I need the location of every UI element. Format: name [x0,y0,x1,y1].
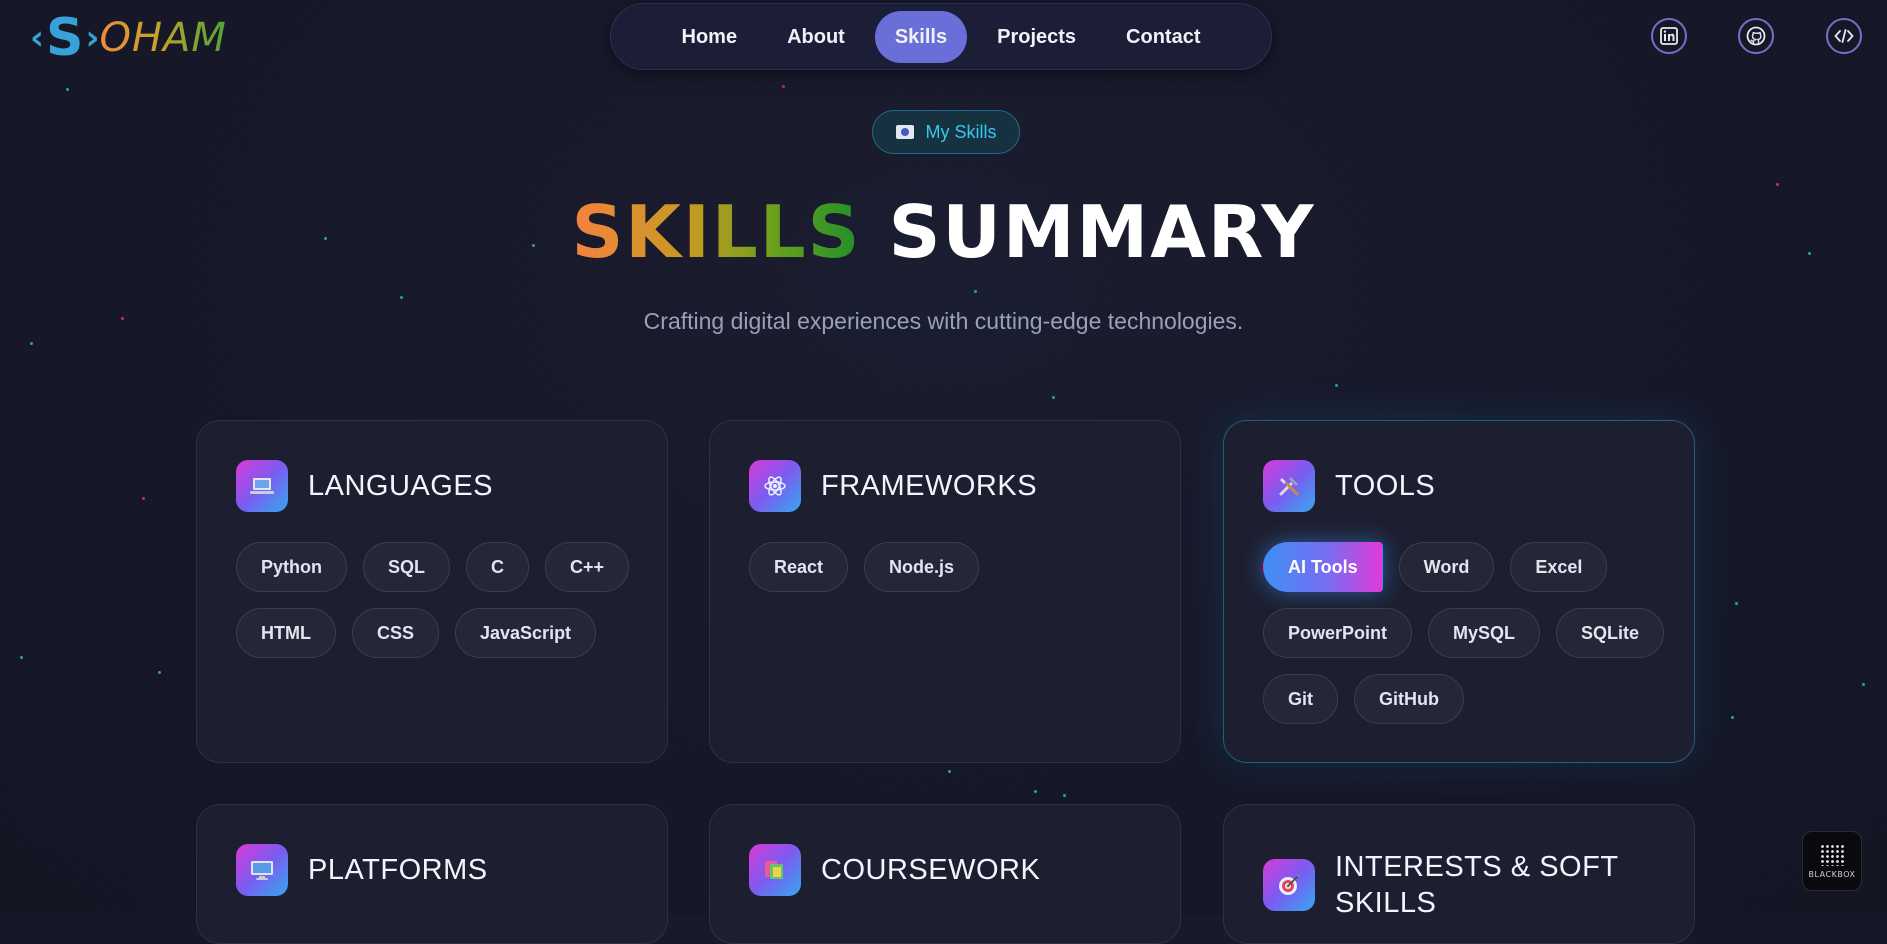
skill-chip[interactable]: C [466,542,530,592]
skill-chip[interactable]: CSS [351,608,439,658]
blackbox-logo-icon [1820,843,1844,866]
linkedin-link[interactable] [1651,18,1687,54]
background-star [1735,602,1738,605]
background-star [66,88,69,91]
card-title: PLATFORMS [308,853,488,886]
code-link[interactable] [1826,18,1862,54]
card-title: TOOLS [1335,469,1436,502]
skill-chip[interactable]: SQL [363,542,451,592]
background-star [158,671,161,674]
skill-chip[interactable]: GitHub [1354,674,1464,724]
skill-card-languages: LANGUAGES Python SQL C C++ HTML CSS Java… [196,420,668,763]
laptop-icon [236,460,288,512]
title-rest: SUMMARY [888,190,1316,274]
logo-text: OHAM [99,15,227,61]
code-icon [1834,29,1854,43]
books-icon [749,844,801,896]
background-star [400,296,403,299]
background-star [1776,183,1779,186]
logo-left-bracket: ‹ [30,18,45,58]
nav-contact[interactable]: Contact [1106,11,1220,63]
skill-chip[interactable]: MySQL [1428,608,1541,658]
card-title: FRAMEWORKS [821,469,1038,502]
background-star [20,656,23,659]
skill-chip[interactable]: Excel [1510,542,1608,592]
background-star [30,342,33,345]
skill-card-interests: INTERESTS & SOFT SKILLS [1223,804,1695,944]
badge-label: My Skills [925,121,997,142]
nav-home[interactable]: Home [662,11,758,63]
skill-chip[interactable]: Word [1398,542,1495,592]
background-star [1034,790,1037,793]
nav-skills[interactable]: Skills [874,10,968,63]
skill-card-platforms: PLATFORMS [196,804,668,944]
nav-about[interactable]: About [767,11,865,63]
my-skills-badge: My Skills [872,110,1020,154]
skill-chip[interactable]: SQLite [1556,608,1665,658]
background-star [782,85,785,88]
skill-chip[interactable]: Git [1263,674,1338,724]
logo-letter: S [46,8,84,68]
skill-card-tools: TOOLS AI Tools Word Excel PowerPoint MyS… [1223,420,1695,763]
skill-chip[interactable]: PowerPoint [1263,608,1413,658]
github-icon [1746,26,1766,46]
linkedin-icon [1660,27,1678,45]
site-logo[interactable]: ‹ S › OHAM [30,12,227,64]
skill-chip[interactable]: Python [236,542,347,592]
card-title: COURSEWORK [821,853,1041,886]
background-star [974,290,977,293]
skill-chip[interactable]: C++ [545,542,630,592]
background-star [948,770,951,773]
title-highlight: SKILLS [571,190,862,274]
card-title: INTERESTS & SOFT SKILLS [1335,851,1619,919]
atom-icon [749,460,801,512]
badge-icon [895,125,914,139]
blackbox-label: BLACKBOX [1808,869,1856,879]
tools-icon [1263,460,1315,512]
card-title: LANGUAGES [308,469,493,502]
skill-chip[interactable]: HTML [236,608,336,658]
skill-card-frameworks: FRAMEWORKS React Node.js [709,420,1181,763]
target-icon [1263,859,1315,911]
github-link[interactable] [1738,18,1774,54]
skill-card-coursework: COURSEWORK [709,804,1181,944]
main-nav: Home About Skills Projects Contact [610,3,1272,70]
skill-chip-active[interactable]: AI Tools [1263,542,1383,592]
logo-right-bracket: › [85,18,100,58]
skill-chip[interactable]: React [749,542,849,592]
page-title: SKILLS SUMMARY [0,190,1887,274]
nav-projects[interactable]: Projects [977,11,1096,63]
skill-chip[interactable]: JavaScript [455,608,597,658]
background-star [1731,716,1734,719]
background-star [142,497,145,500]
background-star [1862,683,1865,686]
background-star [1335,384,1338,387]
page-subtitle: Crafting digital experiences with cuttin… [643,308,1244,334]
background-star [1063,794,1066,797]
skill-chip[interactable]: Node.js [864,542,980,592]
monitor-icon [236,844,288,896]
background-star [1052,396,1055,399]
blackbox-widget[interactable]: BLACKBOX [1802,831,1862,891]
